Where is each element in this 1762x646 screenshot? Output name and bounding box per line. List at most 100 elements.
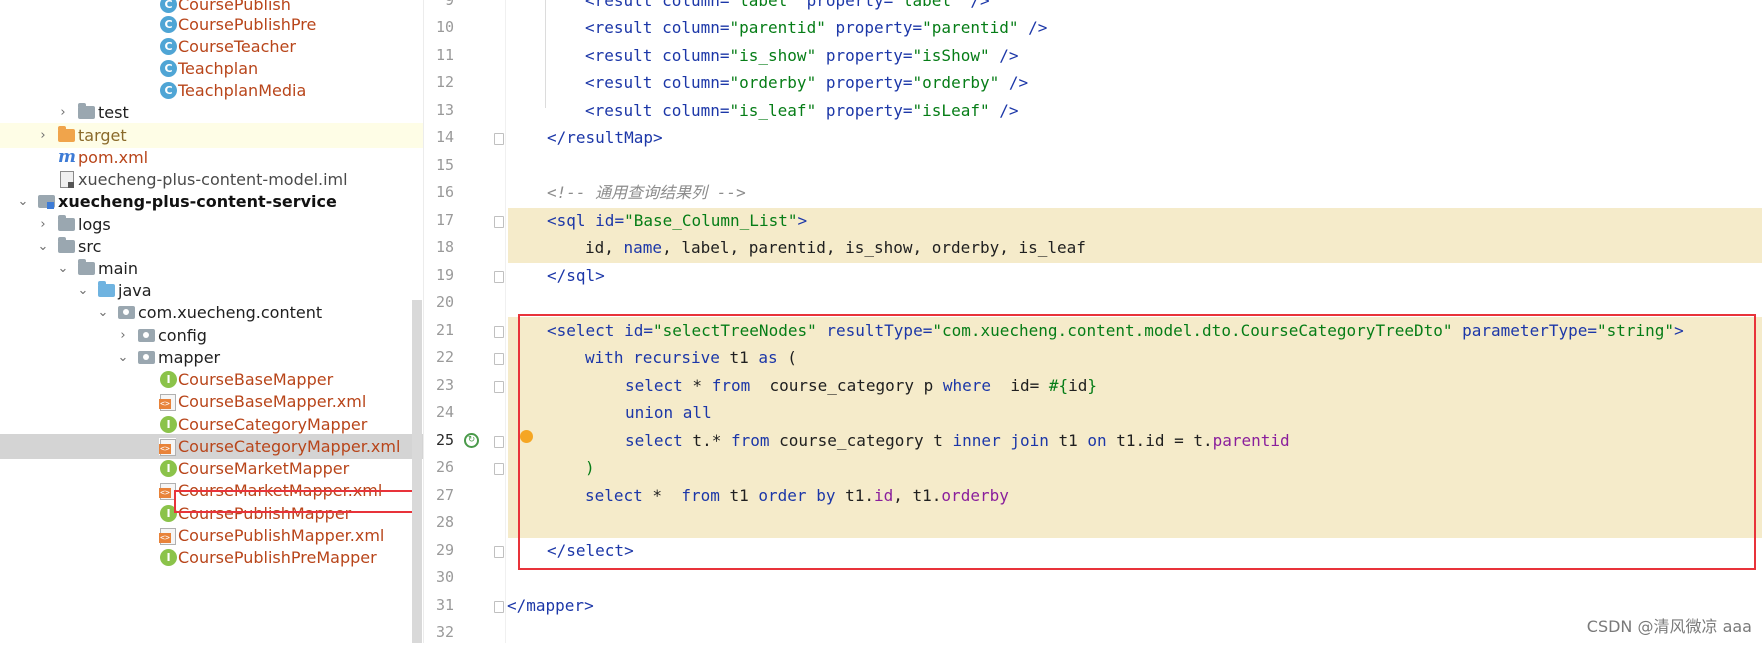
interface-icon: I	[160, 549, 177, 566]
line-gutter: 9 10 11 12 13 14 15 16 17 18 19 20 21 22…	[423, 0, 508, 643]
line-number: 12	[435, 73, 454, 91]
token: "orderby"	[912, 73, 1000, 92]
token: "isLeaf"	[912, 101, 990, 120]
tree-item-package[interactable]: ⌄ com.xuecheng.content	[0, 300, 423, 325]
token: property=	[816, 73, 913, 92]
token: "is_leaf"	[729, 101, 817, 120]
line-number: 19	[435, 266, 454, 284]
token: </mapper>	[507, 596, 594, 615]
token: property=	[796, 0, 894, 10]
folder-icon	[78, 259, 95, 275]
token: "label"	[729, 0, 797, 10]
fold-marker-icon[interactable]	[494, 326, 504, 338]
gutter-separator	[505, 0, 506, 643]
line-number: 10	[435, 18, 454, 36]
token: name	[623, 238, 663, 257]
fold-marker-icon[interactable]	[494, 546, 504, 558]
interface-icon: I	[160, 416, 177, 433]
token: "orderby"	[729, 73, 817, 92]
token: "parentid"	[922, 18, 1019, 37]
token: "isShow"	[912, 46, 990, 65]
tree-item-coursebasemapper-xml[interactable]: CourseBaseMapper.xml	[0, 389, 423, 414]
chevron-right-icon[interactable]: ›	[56, 100, 70, 125]
indent-guide	[545, 0, 546, 108]
code-line-12: <result column="orderby" property="order…	[585, 69, 1028, 96]
class-icon: C	[160, 16, 177, 33]
line-number: 24	[435, 403, 454, 421]
code-line-11: <result column="is_show" property="isSho…	[585, 42, 1019, 69]
token: >	[797, 211, 808, 230]
tree-scrollbar[interactable]	[412, 300, 422, 643]
token: <result	[585, 18, 663, 37]
token: property=	[816, 46, 913, 65]
fold-marker-icon[interactable]	[494, 436, 504, 448]
token: />	[999, 73, 1029, 92]
line-number: 27	[435, 486, 454, 504]
code-line-14: </resultMap>	[547, 124, 663, 151]
annotation-box	[518, 314, 1756, 570]
folder-icon	[58, 237, 75, 253]
line-number: 25	[435, 431, 454, 449]
fold-marker-icon[interactable]	[494, 381, 504, 393]
token: <result	[585, 46, 663, 65]
token: id,	[585, 238, 624, 257]
token: "label"	[893, 0, 961, 10]
code-editor[interactable]: 9 10 11 12 13 14 15 16 17 18 19 20 21 22…	[423, 0, 1762, 643]
fold-marker-icon[interactable]	[494, 133, 504, 145]
fold-marker-icon[interactable]	[494, 601, 504, 613]
token: "parentid"	[729, 18, 826, 37]
line-number: 26	[435, 458, 454, 476]
tree-item-test[interactable]: › test	[0, 100, 423, 125]
tree-item-coursepublishpremapper[interactable]: I CoursePublishPreMapper	[0, 545, 423, 570]
line-number: 28	[435, 513, 454, 531]
iml-file-icon	[58, 171, 75, 188]
project-tree: C CoursePublish C CoursePublishPre C Cou…	[0, 0, 423, 643]
token: "is_show"	[729, 46, 817, 65]
line-number: 18	[435, 238, 454, 256]
code-line-9: <result column="label" property="label" …	[585, 0, 990, 14]
package-icon	[138, 351, 155, 364]
class-icon: C	[160, 82, 177, 99]
line-number: 30	[435, 568, 454, 586]
line-number: 31	[435, 596, 454, 614]
token: <sql	[547, 211, 596, 230]
token: />	[1018, 18, 1048, 37]
token: property=	[825, 18, 923, 37]
fold-marker-icon[interactable]	[494, 271, 504, 283]
source-folder-icon	[98, 281, 115, 297]
package-icon	[138, 329, 155, 342]
selection-highlight-box	[174, 490, 421, 513]
code-line-17: <sql id="Base_Column_List">	[547, 207, 807, 234]
rerun-gutter-icon[interactable]: ↻	[464, 433, 479, 448]
chevron-down-icon[interactable]: ⌄	[96, 300, 110, 325]
tree-item-label: CoursePublishPreMapper	[178, 548, 377, 567]
token: <result	[585, 101, 663, 120]
line-number: 21	[435, 321, 454, 339]
code-line-10: <result column="parentid" property="pare…	[585, 14, 1047, 41]
token: column=	[662, 73, 730, 92]
code-line-18: id, name, label, parentid, is_show, orde…	[585, 234, 1086, 261]
token: <result	[585, 73, 663, 92]
chevron-down-icon[interactable]: ⌄	[16, 189, 30, 214]
tree-item-content-service[interactable]: ⌄ xuecheng-plus-content-service	[0, 189, 423, 214]
xml-file-icon	[159, 393, 176, 411]
token: column=	[662, 18, 730, 37]
interface-icon: I	[160, 460, 177, 477]
watermark: CSDN @清风微凉 aaa	[1586, 617, 1752, 636]
fold-marker-icon[interactable]	[494, 463, 504, 475]
folder-icon	[78, 103, 95, 119]
xml-file-icon	[159, 438, 176, 456]
folder-icon	[58, 126, 75, 142]
line-number: 32	[435, 623, 454, 641]
folder-icon	[58, 215, 75, 231]
fold-marker-icon[interactable]	[494, 216, 504, 228]
token: id=	[595, 211, 625, 230]
tree-item-label: xuecheng-plus-content-service	[58, 192, 337, 211]
code-line-19: </sql>	[547, 262, 605, 289]
fold-marker-icon[interactable]	[494, 353, 504, 365]
line-number: 15	[435, 156, 454, 174]
line-number: 23	[435, 376, 454, 394]
class-icon: C	[160, 38, 177, 55]
comment: <!-- 通用查询结果列 -->	[547, 183, 746, 202]
line-number: 11	[435, 46, 454, 64]
